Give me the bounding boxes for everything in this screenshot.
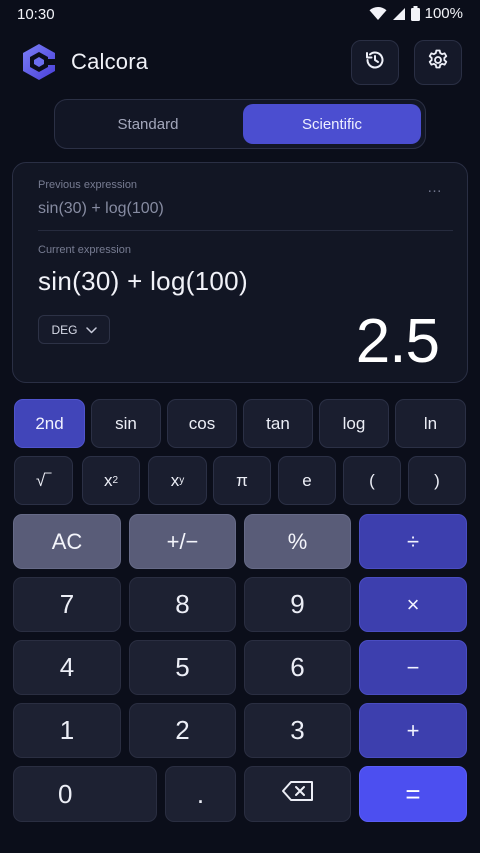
status-time: 10:30 [17, 6, 55, 23]
backspace-key[interactable] [244, 766, 351, 822]
divide-key[interactable]: ÷ [359, 514, 467, 569]
angle-mode-value: DEG [51, 322, 78, 337]
digit-9-key[interactable]: 9 [244, 577, 351, 632]
close-paren-key[interactable]: ) [408, 456, 466, 505]
tab-standard[interactable]: Standard [59, 104, 237, 144]
open-paren-key[interactable]: ( [343, 456, 401, 505]
digit-4-key[interactable]: 4 [13, 640, 121, 695]
mode-switch: Standard Scientific [54, 99, 426, 149]
power-key-base: x [170, 470, 180, 490]
previous-expression: sin(30) + log(100) [38, 200, 164, 217]
ln-key[interactable]: ln [395, 399, 466, 448]
history-icon [363, 48, 387, 77]
digit-8-key[interactable]: 8 [129, 577, 236, 632]
settings-button[interactable] [414, 40, 462, 85]
cellular-signal-icon [392, 7, 406, 21]
angle-mode-dropdown[interactable]: DEG [38, 315, 110, 344]
equals-key[interactable]: = [359, 766, 467, 822]
wifi-icon [369, 6, 387, 21]
power-key[interactable]: xy [148, 456, 207, 505]
log-key[interactable]: log [319, 399, 389, 448]
digit-5-key[interactable]: 5 [129, 640, 236, 695]
current-expression-label: Current expression [38, 244, 131, 256]
status-icons: 100% [369, 5, 463, 22]
digit-1-key[interactable]: 1 [13, 703, 121, 758]
percent-key[interactable]: % [244, 514, 351, 569]
tan-key[interactable]: tan [243, 399, 313, 448]
pi-key[interactable]: π [213, 456, 271, 505]
current-expression: sin(30) + log(100) [38, 266, 248, 296]
clear-all-key[interactable]: AC [13, 514, 121, 569]
more-options-button[interactable]: … [427, 180, 443, 195]
cos-key[interactable]: cos [167, 399, 237, 448]
second-function-key[interactable]: 2nd [14, 399, 85, 448]
result-value: 2.5 [355, 307, 440, 376]
digit-7-key[interactable]: 7 [13, 577, 121, 632]
square-key-base: x [103, 470, 113, 490]
backspace-icon [281, 779, 315, 810]
status-bar: 10:30 100% [0, 0, 480, 30]
multiply-key[interactable]: × [359, 577, 467, 632]
history-button[interactable] [351, 40, 399, 85]
digit-2-key[interactable]: 2 [129, 703, 236, 758]
battery-icon [410, 6, 420, 21]
square-key[interactable]: x2 [82, 456, 140, 505]
digit-3-key[interactable]: 3 [244, 703, 351, 758]
digit-6-key[interactable]: 6 [244, 640, 351, 695]
display-panel: Previous expression sin(30) + log(100) …… [12, 162, 468, 383]
gear-icon [426, 48, 450, 77]
digit-0-key[interactable]: 0 [13, 766, 157, 822]
plus-minus-key[interactable]: +/− [129, 514, 236, 569]
previous-expression-label: Previous expression [38, 179, 138, 191]
subtract-key[interactable]: − [359, 640, 467, 695]
display-divider [38, 230, 453, 231]
decimal-key[interactable]: . [165, 766, 236, 822]
square-root-key[interactable]: √‾ [14, 456, 73, 505]
app-logo-icon [21, 43, 57, 81]
chevron-down-icon [85, 323, 97, 337]
add-key[interactable]: + [359, 703, 467, 758]
sin-key[interactable]: sin [91, 399, 161, 448]
tab-scientific[interactable]: Scientific [243, 104, 421, 144]
app-title: Calcora [71, 49, 149, 74]
e-key[interactable]: e [278, 456, 336, 505]
battery-percent: 100% [424, 5, 463, 22]
